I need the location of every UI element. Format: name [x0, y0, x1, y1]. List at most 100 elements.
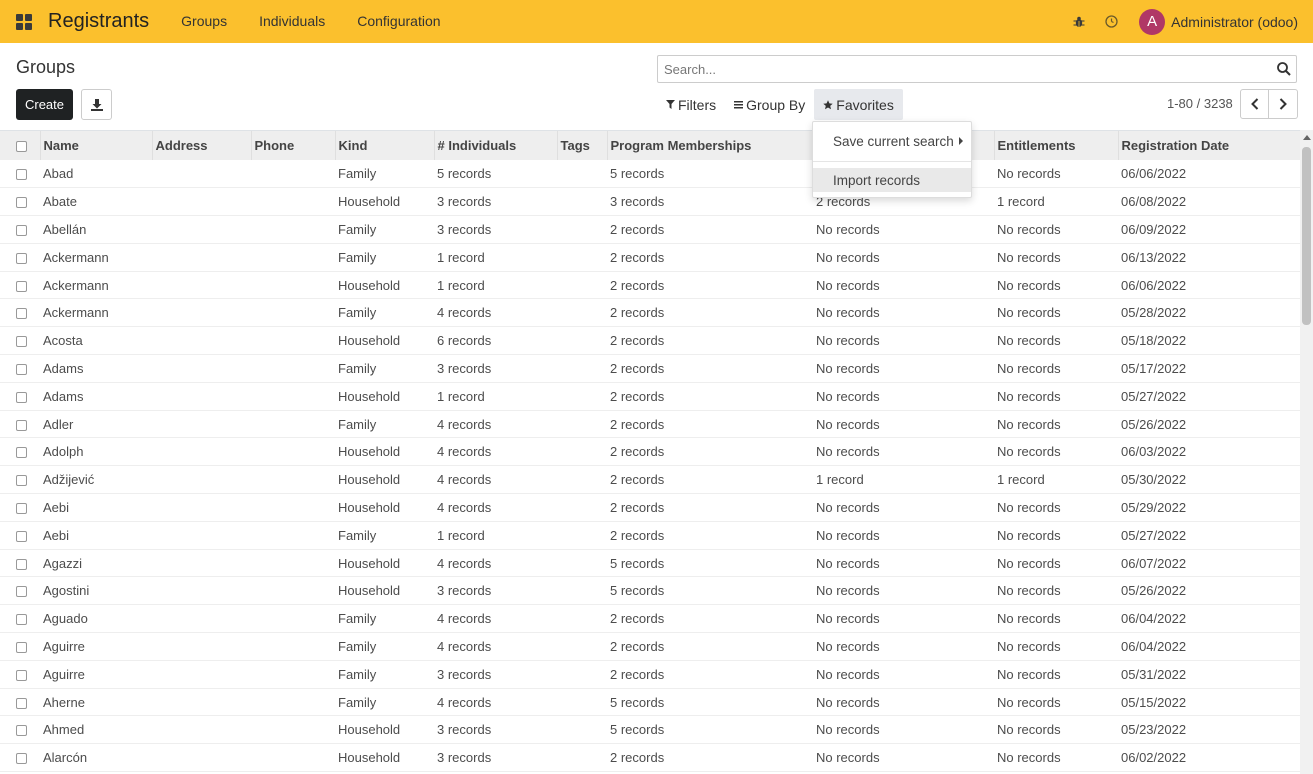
table-row[interactable]: Aebi Family 1 record 2 records No records No …	[0, 521, 1300, 550]
row-checkbox[interactable]	[16, 697, 27, 709]
row-checkbox[interactable]	[16, 614, 27, 626]
scrollbar-thumb[interactable]	[1302, 147, 1311, 325]
app-grid-icon[interactable]	[16, 13, 32, 30]
column-header[interactable]: Tags	[556, 131, 607, 160]
column-header[interactable]: Entitlements	[993, 131, 1118, 160]
search-icon[interactable]	[1276, 61, 1292, 77]
row-checkbox[interactable]	[16, 558, 27, 570]
row-select-cell[interactable]	[0, 465, 40, 495]
table-row[interactable]: Ackermann Household 1 record 2 records No re…	[0, 271, 1300, 300]
row-checkbox[interactable]	[16, 475, 27, 487]
pager-value[interactable]: 1-80 / 3238	[1167, 96, 1233, 111]
table-row[interactable]: Aguirre Family 4 records 2 records No record…	[0, 632, 1300, 661]
row-select-cell[interactable]	[0, 271, 40, 300]
export-button[interactable]	[81, 89, 112, 120]
row-checkbox[interactable]	[16, 419, 27, 431]
row-select-cell[interactable]	[0, 715, 40, 745]
pager-next-button[interactable]	[1269, 89, 1298, 119]
menu-item-configuration[interactable]: Configuration	[341, 0, 456, 43]
column-header[interactable]: Kind	[334, 131, 434, 160]
table-row[interactable]: Abellán Family 3 records 2 records No record…	[0, 215, 1300, 244]
table-row[interactable]: Aherne Family 4 records 5 records No records…	[0, 688, 1300, 717]
row-select-cell[interactable]	[0, 215, 40, 244]
column-header[interactable]: Program Memberships	[606, 131, 813, 160]
user-avatar[interactable]: A	[1139, 8, 1166, 35]
row-checkbox[interactable]	[16, 391, 27, 403]
search-input[interactable]	[658, 56, 1258, 82]
row-checkbox[interactable]	[16, 280, 27, 292]
row-select-cell[interactable]	[0, 549, 40, 578]
table-row[interactable]: Aguirre Family 3 records 2 records No record…	[0, 660, 1300, 689]
row-select-cell[interactable]	[0, 688, 40, 717]
row-select-cell[interactable]	[0, 521, 40, 550]
table-row[interactable]: Agazzi Household 4 records 5 records No reco…	[0, 549, 1300, 578]
table-row[interactable]: Adžijević Household 4 records 2 records 1 re…	[0, 465, 1300, 495]
row-select-cell[interactable]	[0, 382, 40, 411]
vertical-scrollbar[interactable]	[1300, 130, 1313, 774]
table-row[interactable]: Ahmed Household 3 records 5 records No recor…	[0, 715, 1300, 745]
row-select-cell[interactable]	[0, 632, 40, 661]
table-row[interactable]: Adams Household 1 record 2 records No record…	[0, 382, 1300, 411]
row-checkbox[interactable]	[16, 225, 27, 237]
table-row[interactable]: Abate Household 3 records 3 records 2 record…	[0, 187, 1300, 217]
row-select-cell[interactable]	[0, 160, 40, 189]
row-checkbox[interactable]	[16, 586, 27, 598]
create-button[interactable]: Create	[16, 89, 73, 120]
row-select-cell[interactable]	[0, 298, 40, 328]
menu-item-individuals[interactable]: Individuals	[243, 0, 341, 43]
row-checkbox[interactable]	[16, 503, 27, 515]
row-select-cell[interactable]	[0, 187, 40, 217]
row-select-cell[interactable]	[0, 576, 40, 606]
row-checkbox[interactable]	[16, 197, 27, 209]
row-select-cell[interactable]	[0, 437, 40, 467]
row-checkbox[interactable]	[16, 364, 27, 376]
row-checkbox[interactable]	[16, 336, 27, 348]
favorites-button[interactable]: Favorites	[814, 89, 903, 120]
column-header[interactable]: Name	[39, 131, 152, 160]
row-checkbox[interactable]	[16, 252, 27, 264]
save-current-search-item[interactable]: Save current search	[813, 129, 971, 153]
table-row[interactable]: Ackermann Family 1 record 2 records No recor…	[0, 243, 1300, 272]
row-checkbox[interactable]	[16, 669, 27, 681]
pager-previous-button[interactable]	[1240, 89, 1269, 119]
app-brand[interactable]: Registrants	[48, 10, 149, 33]
filters-button[interactable]: Filters	[657, 89, 725, 120]
column-header[interactable]: # Individuals	[433, 131, 557, 160]
user-menu[interactable]: Administrator (odoo)	[1171, 14, 1298, 30]
clock-icon[interactable]	[1095, 0, 1127, 43]
bug-icon[interactable]	[1063, 0, 1095, 43]
row-checkbox[interactable]	[16, 308, 27, 320]
table-row[interactable]: Ackermann Family 4 records 2 records No reco…	[0, 298, 1300, 328]
table-row[interactable]: Adler Family 4 records 2 records No records N…	[0, 410, 1300, 439]
column-header[interactable]: Address	[151, 131, 251, 160]
row-select-cell[interactable]	[0, 243, 40, 272]
row-select-cell[interactable]	[0, 326, 40, 356]
row-checkbox[interactable]	[16, 642, 27, 653]
table-row[interactable]: Acosta Household 6 records 2 records No reco…	[0, 326, 1300, 356]
row-checkbox[interactable]	[16, 725, 27, 737]
table-row[interactable]: Aebi Household 4 records 2 records No record…	[0, 493, 1300, 522]
row-select-cell[interactable]	[0, 410, 40, 439]
menu-item-groups[interactable]: Groups	[165, 0, 243, 43]
row-select-cell[interactable]	[0, 493, 40, 522]
row-checkbox[interactable]	[16, 753, 27, 765]
column-header[interactable]: Phone	[250, 131, 335, 160]
row-select-cell[interactable]	[0, 660, 40, 689]
select-all-cell[interactable]	[0, 131, 40, 160]
table-row[interactable]: Adams Family 3 records 2 records No records N…	[0, 354, 1300, 383]
row-select-cell[interactable]	[0, 604, 40, 634]
select-all-checkbox[interactable]	[16, 141, 27, 153]
row-checkbox[interactable]	[16, 530, 27, 542]
table-row[interactable]: Agostini Household 3 records 5 records No re…	[0, 576, 1300, 606]
table-row[interactable]: Aguado Family 4 records 2 records No records…	[0, 604, 1300, 634]
table-row[interactable]: Abad Family 5 records 5 records No records 06…	[0, 160, 1300, 189]
scroll-up-arrow-icon[interactable]	[1303, 135, 1311, 140]
row-select-cell[interactable]	[0, 743, 40, 773]
table-row[interactable]: Alarcón Household 3 records 2 records No rec…	[0, 743, 1300, 773]
column-header[interactable]: Registration Date	[1117, 131, 1300, 160]
row-checkbox[interactable]	[16, 447, 27, 459]
group-by-button[interactable]: Group By	[725, 89, 814, 120]
row-select-cell[interactable]	[0, 354, 40, 383]
table-row[interactable]: Adolph Household 4 records 2 records No reco…	[0, 437, 1300, 467]
row-checkbox[interactable]	[16, 169, 27, 181]
